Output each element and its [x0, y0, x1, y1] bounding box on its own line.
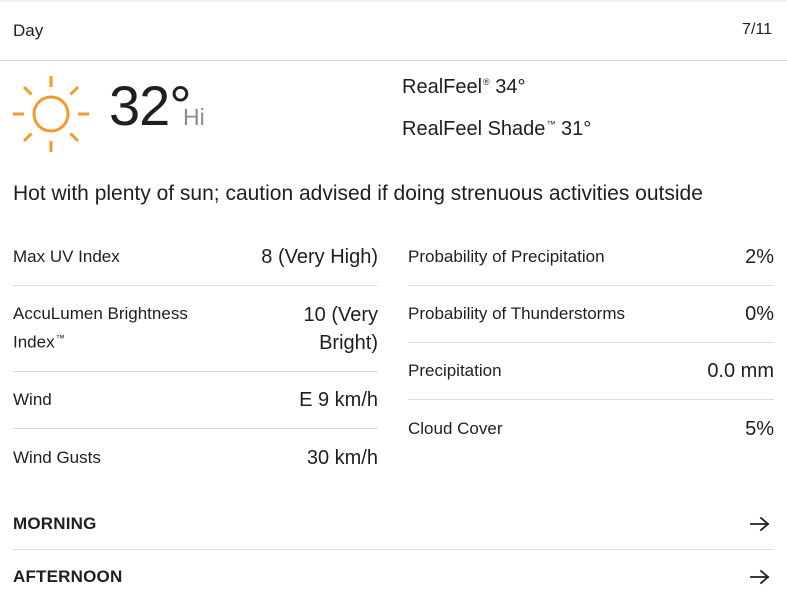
detail-row-cloud-cover: Cloud Cover 5%: [408, 400, 774, 457]
realfeel-value: 34°: [495, 76, 526, 98]
detail-value: 5%: [745, 417, 774, 440]
arrow-right-icon: [750, 516, 770, 531]
details-right-column: Probability of Precipitation 2% Probabil…: [408, 229, 774, 457]
acculumen-label-text: AccuLumen Brightness Index: [13, 304, 188, 352]
detail-label: Wind: [13, 390, 52, 409]
details-left-column: Max UV Index 8 (Very High) AccuLumen Bri…: [13, 229, 378, 486]
detail-value: 0%: [745, 303, 774, 325]
morning-section-link[interactable]: MORNING: [13, 498, 774, 550]
date-label: 7/11: [742, 21, 772, 38]
day-header: Day 7/11: [0, 2, 787, 61]
detail-value: 30 km/h: [306, 446, 378, 469]
detail-value: 0.0 mm: [707, 360, 774, 382]
afternoon-section-link[interactable]: AFTERNOON: [13, 551, 774, 603]
detail-row-max-uv-index: Max UV Index 8 (Very High): [13, 229, 378, 286]
detail-label: AccuLumen Brightness Index™: [13, 302, 223, 355]
realfeel-shade: RealFeel Shade™ 31°: [402, 118, 591, 141]
detail-row-acculumen: AccuLumen Brightness Index™ 10 (Very Bri…: [13, 286, 378, 372]
high-temperature: 32°: [109, 74, 192, 137]
afternoon-title: AFTERNOON: [13, 567, 123, 586]
daily-forecast-page: Day 7/11 32° Hi RealFeel® 34° RealFeel S…: [0, 0, 787, 603]
realfeel: RealFeel® 34°: [402, 76, 526, 99]
realfeel-label: RealFeel: [402, 76, 483, 98]
detail-row-thunderstorm-probability: Probability of Thunderstorms 0%: [408, 286, 774, 343]
detail-label: Max UV Index: [13, 247, 120, 266]
forecast-phrase: Hot with plenty of sun; caution advised …: [13, 182, 703, 205]
detail-row-wind-gusts: Wind Gusts 30 km/h: [13, 429, 378, 486]
detail-value: 2%: [745, 246, 774, 268]
realfeel-shade-value: 31°: [561, 118, 592, 140]
morning-title: MORNING: [13, 513, 97, 533]
detail-row-wind: Wind E 9 km/h: [13, 372, 378, 429]
sun-icon: [13, 76, 89, 152]
realfeel-shade-label: RealFeel Shade: [402, 118, 546, 140]
day-title: Day: [13, 21, 44, 40]
detail-label: Cloud Cover: [408, 418, 503, 438]
detail-value: 8 (Very High): [261, 246, 378, 268]
detail-row-precipitation: Precipitation 0.0 mm: [408, 343, 774, 400]
hi-label: Hi: [183, 104, 205, 130]
detail-value: E 9 km/h: [299, 389, 378, 411]
detail-label: Probability of Thunderstorms: [408, 304, 626, 323]
detail-label: Precipitation: [408, 361, 502, 380]
detail-value: 10 (Very Bright): [303, 303, 378, 354]
arrow-right-icon: [750, 569, 770, 585]
trademark-mark: ™: [546, 119, 556, 130]
detail-label: Probability of Precipitation: [408, 247, 605, 266]
trademark-mark: ™: [55, 333, 65, 344]
registered-mark: ®: [483, 77, 490, 88]
detail-label: Wind Gusts: [13, 447, 101, 467]
detail-row-precip-probability: Probability of Precipitation 2%: [408, 229, 774, 286]
